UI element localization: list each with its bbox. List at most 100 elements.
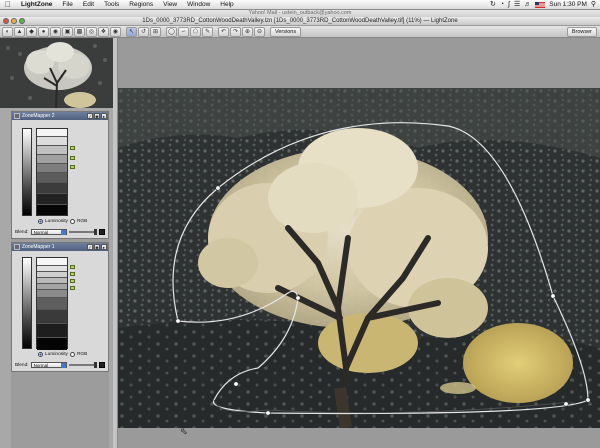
mouse-pointer-icon: ⬁ [180,426,188,436]
rgb-label: RGB [76,219,88,224]
invert-region-button[interactable] [98,362,105,368]
apple-menu-icon[interactable]:  [0,0,16,10]
opacity-slider[interactable] [68,362,97,368]
volume-icon[interactable]: ♬ [524,0,531,10]
red-eye-tool-icon[interactable]: ◉ [110,26,121,37]
region-control-point[interactable] [585,397,591,403]
zoom-in-icon[interactable]: ⊕ [242,26,253,37]
enable-toggle-icon[interactable]: ✓ [87,113,93,119]
close-window-button[interactable] [3,18,9,24]
color-toggle-icon[interactable]: ◉ [94,113,100,119]
zone-pin[interactable] [70,265,75,269]
luminosity-radio[interactable] [38,219,43,224]
zone-pin[interactable] [70,156,75,160]
luminosity-label: Luminosity [45,352,68,357]
color-toggle-icon[interactable]: ◉ [94,244,100,250]
menu-edit[interactable]: Edit [78,0,99,10]
zonemapper-2-header[interactable]: ZoneMapper 2 ✓ ◉ ▸ [12,112,108,120]
blend-mode-select[interactable]: Normal [30,362,67,368]
thumbnail-image [0,38,113,108]
bluetooth-icon[interactable]: ∫ [508,0,510,10]
white-balance-tool-icon[interactable]: ▣ [62,26,73,37]
spotlight-icon[interactable]: ⚲ [591,0,596,10]
relight-tool-icon[interactable]: ▲ [14,26,25,37]
region-overlay[interactable] [118,38,600,448]
region-circle-icon[interactable]: ◯ [166,26,177,37]
menu-file[interactable]: File [57,0,77,10]
zone-tool-icon[interactable]: ◐ [2,26,13,37]
opacity-slider[interactable] [68,229,97,235]
clock[interactable]: Sun 1:30 PM [549,1,587,8]
zonemapper-2-panel: ZoneMapper 2 ✓ ◉ ▸ Luminosity RGB Blend:… [11,111,109,239]
zone-gradient-bar [22,128,32,216]
browser-button[interactable]: Browser [566,27,597,37]
region-outline[interactable] [172,122,589,415]
zone-pin[interactable] [70,165,75,169]
sharpen-tool-icon[interactable]: ◆ [26,26,37,37]
blur-tool-icon[interactable]: ◎ [86,26,97,37]
window-titlebar: 1Ds_0000_3773RD_CottonWoodDeathValley.lz… [0,17,600,26]
region-polygon-icon[interactable]: ⬠ [190,26,201,37]
region-freehand-icon[interactable]: ✎ [202,26,213,37]
zone-mapper-strip[interactable] [36,257,68,350]
color-balance-tool-icon[interactable]: ● [38,26,49,37]
app-menu[interactable]: LightZone [16,0,57,10]
zoom-out-icon[interactable]: ⊖ [254,26,265,37]
rotate-tool-icon[interactable]: ↺ [138,26,149,37]
region-control-point[interactable] [295,295,301,301]
luminosity-radio[interactable] [38,352,43,357]
expand-icon[interactable]: ▸ [101,113,107,119]
region-control-point[interactable] [233,381,239,387]
rgb-radio[interactable] [69,219,75,224]
clone-tool-icon[interactable]: ❖ [98,26,109,37]
luminosity-label: Luminosity [45,219,68,224]
crop-tool-icon[interactable]: ⊞ [150,26,161,37]
minimize-window-button[interactable] [11,18,17,24]
region-control-point[interactable] [175,318,181,324]
menu-regions[interactable]: Regions [124,0,158,10]
zone-pin[interactable] [70,279,75,283]
input-flag-icon[interactable] [535,1,546,8]
region-control-point[interactable] [265,410,271,416]
hue-tool-icon[interactable]: ◉ [50,26,61,37]
zone-gradient-bar [22,257,32,349]
noise-tool-icon[interactable]: ▩ [74,26,85,37]
menu-view[interactable]: View [158,0,182,10]
blend-row: Blend: Normal [15,362,105,368]
region-spline-icon[interactable]: ∽ [178,26,189,37]
zone-mapper-strip[interactable] [36,128,68,216]
menu-window[interactable]: Window [182,0,215,10]
versions-button[interactable]: Versions [270,26,302,37]
redo-icon[interactable]: ↷ [230,26,241,37]
preview-thumbnail[interactable] [0,38,113,108]
remove-tool-icon[interactable] [14,113,20,119]
rgb-radio[interactable] [69,352,75,357]
background-window-title: Yahoo! Mail - ustein_outback@yahoo.com [0,10,600,17]
zonemapper-1-header[interactable]: ZoneMapper 1 ✓ ◉ ▸ [12,243,108,251]
toolbar: ◐ ▲ ◆ ● ◉ ▣ ▩ ◎ ❖ ◉ ↖ ↺ ⊞ ◯ ∽ ⬠ ✎ ↶ ↷ ⊕ … [0,26,600,38]
region-control-point[interactable] [563,401,569,407]
arrow-tool-icon[interactable]: ↖ [126,26,137,37]
time-machine-icon[interactable]: ◔ [500,0,504,10]
image-canvas[interactable]: ⬁ [118,38,600,448]
zonemapper-1-panel: ZoneMapper 1 ✓ ◉ ▸ Luminosity RGB Blend:… [11,242,109,372]
zone-pin[interactable] [70,272,75,276]
menu-bar:  LightZone File Edit Tools Regions View… [0,0,600,10]
menu-help[interactable]: Help [215,0,238,10]
menu-tools[interactable]: Tools [99,0,124,10]
region-control-point[interactable] [215,185,221,191]
sync-icon[interactable]: ↻ [490,0,496,10]
invert-region-button[interactable] [98,229,105,235]
zone-pin[interactable] [70,146,75,150]
blend-mode-select[interactable]: Normal [30,229,67,235]
expand-icon[interactable]: ▸ [101,244,107,250]
enable-toggle-icon[interactable]: ✓ [87,244,93,250]
region-control-point[interactable] [550,293,556,299]
zoom-window-button[interactable] [19,18,25,24]
zone-pin[interactable] [70,286,75,290]
window-controls [3,18,25,24]
remove-tool-icon[interactable] [14,244,20,250]
wifi-icon[interactable]: ☰ [514,0,520,10]
color-mode-row: Luminosity RGB [38,219,87,224]
undo-icon[interactable]: ↶ [218,26,229,37]
